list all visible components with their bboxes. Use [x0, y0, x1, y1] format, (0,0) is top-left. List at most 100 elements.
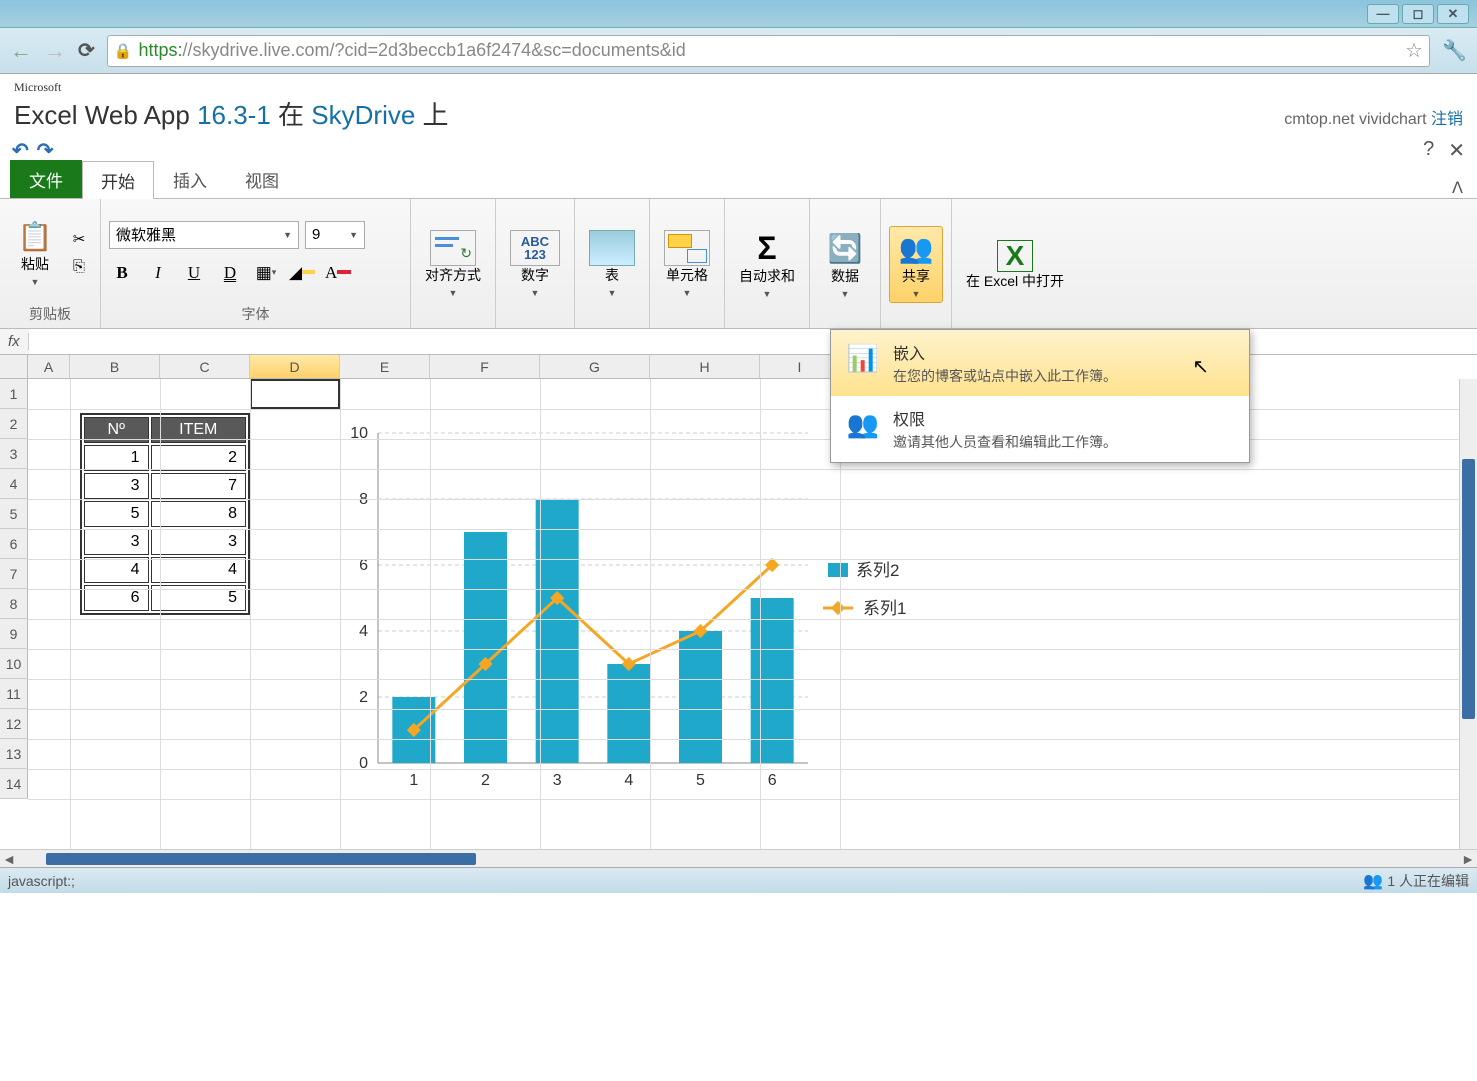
row-header-8[interactable]: 8	[0, 589, 28, 619]
fill-color-button[interactable]: ◢	[289, 261, 315, 285]
number-format-button[interactable]: ABC123 数字▼	[504, 228, 566, 301]
wrench-menu-icon[interactable]: 🔧	[1442, 38, 1467, 63]
table-row: 12	[84, 445, 246, 471]
people-icon: 👥	[1363, 871, 1383, 891]
cut-button[interactable]: ✂	[66, 228, 92, 250]
hscroll-thumb[interactable]	[46, 853, 476, 865]
bold-button[interactable]: B	[109, 261, 135, 285]
tab-view[interactable]: 视图	[226, 160, 298, 198]
copy-icon: ⎘	[73, 258, 85, 275]
font-name-select[interactable]: 微软雅黑▼	[109, 221, 299, 249]
address-bar[interactable]: 🔒 https://skydrive.live.com/?cid=2d3becc…	[107, 35, 1430, 67]
scissors-icon: ✂	[73, 230, 86, 248]
spreadsheet-grid[interactable]: 1234567891011121314 NºITEM123758334465 0…	[0, 379, 1477, 849]
col-header-F[interactable]: F	[430, 355, 540, 379]
data-button[interactable]: 🔄 数据▼	[818, 227, 872, 302]
row-header-9[interactable]: 9	[0, 619, 28, 649]
col-header-C[interactable]: C	[160, 355, 250, 379]
back-button[interactable]: ←	[10, 38, 32, 64]
maximize-button[interactable]: ◻	[1402, 4, 1434, 24]
row-header-14[interactable]: 14	[0, 769, 28, 799]
embed-desc: 在您的博客或站点中嵌入此工作簿。	[893, 366, 1117, 386]
row-header-3[interactable]: 3	[0, 439, 28, 469]
group-table: 表▼	[575, 199, 650, 328]
svg-text:系列1: 系列1	[863, 599, 906, 618]
group-clipboard: 📋 粘贴▼ ✂ ⎘ 剪贴板	[0, 199, 101, 328]
row-header-13[interactable]: 13	[0, 739, 28, 769]
col-header-A[interactable]: A	[28, 355, 70, 379]
table-row: 58	[84, 501, 246, 527]
ribbon-collapse-icon[interactable]: ᐱ	[1452, 178, 1463, 198]
hscroll-left-arrow[interactable]: ◄	[0, 851, 18, 867]
status-left: javascript:;	[8, 873, 75, 889]
group-label-font: 字体	[109, 302, 402, 326]
cursor-icon: ↖	[1192, 354, 1209, 379]
close-pane-button[interactable]: ✕	[1448, 138, 1465, 163]
signout-link[interactable]: 注销	[1431, 111, 1463, 128]
row-header-12[interactable]: 12	[0, 709, 28, 739]
col-header-H[interactable]: H	[650, 355, 760, 379]
svg-text:4: 4	[624, 772, 633, 789]
reload-button[interactable]: ⟳	[78, 38, 95, 63]
col-header-B[interactable]: B	[70, 355, 160, 379]
bookmark-star-icon[interactable]: ☆	[1405, 38, 1423, 63]
dropdown-item-permissions[interactable]: 👥 权限 邀请其他人员查看和编辑此工作簿。	[831, 396, 1249, 462]
select-all-corner[interactable]	[0, 355, 28, 379]
col-header-D[interactable]: D	[250, 355, 340, 379]
minimize-button[interactable]: —	[1367, 4, 1399, 24]
svg-text:5: 5	[696, 772, 705, 789]
row-header-4[interactable]: 4	[0, 469, 28, 499]
svg-text:6: 6	[768, 772, 777, 789]
row-header-11[interactable]: 11	[0, 679, 28, 709]
user-block: cmtop.net vividchart 注销	[1284, 105, 1463, 129]
table-row: 33	[84, 529, 246, 555]
vscroll-thumb[interactable]	[1462, 459, 1475, 719]
align-icon: ↻	[430, 230, 476, 266]
double-underline-button[interactable]: D	[217, 261, 243, 285]
share-button[interactable]: 👥 共享▼	[889, 226, 943, 303]
horizontal-scrollbar[interactable]: ◄ ►	[0, 849, 1477, 867]
dropdown-item-embed[interactable]: 📊 嵌入 在您的博客或站点中嵌入此工作簿。 ↖	[831, 330, 1249, 396]
table-row: 37	[84, 473, 246, 499]
row-header-2[interactable]: 2	[0, 409, 28, 439]
paste-button[interactable]: 📋 粘贴▼	[8, 215, 62, 290]
table-button[interactable]: 表▼	[583, 228, 641, 301]
document-name[interactable]: 16.3-1	[197, 100, 271, 130]
formula-input[interactable]	[29, 329, 1477, 354]
ribbon: 📋 粘贴▼ ✂ ⎘ 剪贴板 微软雅黑▼ 9▼ B I U D ▦▾ ◢ A	[0, 199, 1477, 329]
help-button[interactable]: ?	[1423, 138, 1434, 163]
tab-insert[interactable]: 插入	[154, 160, 226, 198]
clipboard-icon: 📋	[18, 217, 53, 255]
italic-button[interactable]: I	[145, 261, 171, 285]
embedded-chart[interactable]: 0246810123456系列2系列1	[318, 413, 938, 813]
border-button[interactable]: ▦▾	[253, 261, 279, 285]
col-header-G[interactable]: G	[540, 355, 650, 379]
vertical-scrollbar[interactable]	[1459, 379, 1477, 849]
font-color-button[interactable]: A	[325, 261, 351, 285]
row-header-5[interactable]: 5	[0, 499, 28, 529]
autosum-button[interactable]: Σ 自动求和▼	[733, 227, 801, 302]
copy-button[interactable]: ⎘	[66, 256, 92, 278]
forward-button[interactable]: →	[44, 38, 66, 64]
embed-icon: 📊	[845, 340, 881, 376]
close-window-button[interactable]: ✕	[1437, 4, 1469, 24]
col-header-I[interactable]: I	[760, 355, 840, 379]
col-header-E[interactable]: E	[340, 355, 430, 379]
fx-label: fx	[0, 333, 29, 350]
skydrive-link[interactable]: SkyDrive	[311, 100, 415, 130]
alignment-button[interactable]: ↻ 对齐方式▼	[419, 228, 487, 301]
svg-text:2: 2	[481, 772, 490, 789]
row-header-7[interactable]: 7	[0, 559, 28, 589]
hscroll-right-arrow[interactable]: ►	[1459, 851, 1477, 867]
font-size-select[interactable]: 9▼	[305, 221, 365, 249]
tab-home[interactable]: 开始	[82, 161, 154, 199]
underline-button[interactable]: U	[181, 261, 207, 285]
row-header-10[interactable]: 10	[0, 649, 28, 679]
tab-file[interactable]: 文件	[10, 160, 82, 198]
cells-button[interactable]: 单元格▼	[658, 228, 716, 301]
browser-toolbar: ← → ⟳ 🔒 https://skydrive.live.com/?cid=2…	[0, 28, 1477, 74]
row-header-6[interactable]: 6	[0, 529, 28, 559]
open-in-excel-button[interactable]: X 在 Excel 中打开	[960, 238, 1070, 291]
embed-title: 嵌入	[893, 340, 1117, 364]
row-header-1[interactable]: 1	[0, 379, 28, 409]
